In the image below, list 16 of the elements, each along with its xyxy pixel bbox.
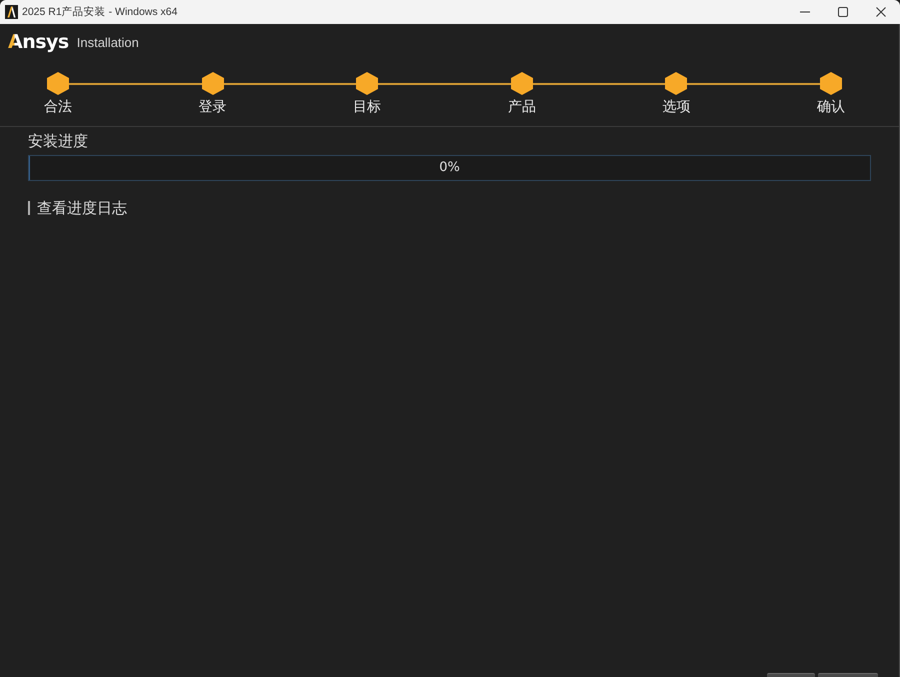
log-toggle-link[interactable]: 查看进度日志 [37,198,127,218]
close-icon [876,7,886,17]
brand-subtitle: Installation [76,34,139,52]
cut-off-button[interactable] [818,673,878,677]
maximize-icon [838,7,848,17]
step-label: 目标 [353,98,382,117]
step-label: 产品 [508,98,536,117]
cut-off-button[interactable] [767,673,815,677]
step-label: 登录 [198,98,227,117]
progress-label: 安装进度 [28,131,88,151]
progress-reading: 0% [439,159,460,177]
window-title: 2025 R1产品安装 - Windows x64 [22,5,178,19]
step-label: 确认 [816,98,845,117]
app-logo-icon [5,5,18,19]
step-label: 选项 [662,98,690,117]
step-label: 合法 [44,98,72,117]
